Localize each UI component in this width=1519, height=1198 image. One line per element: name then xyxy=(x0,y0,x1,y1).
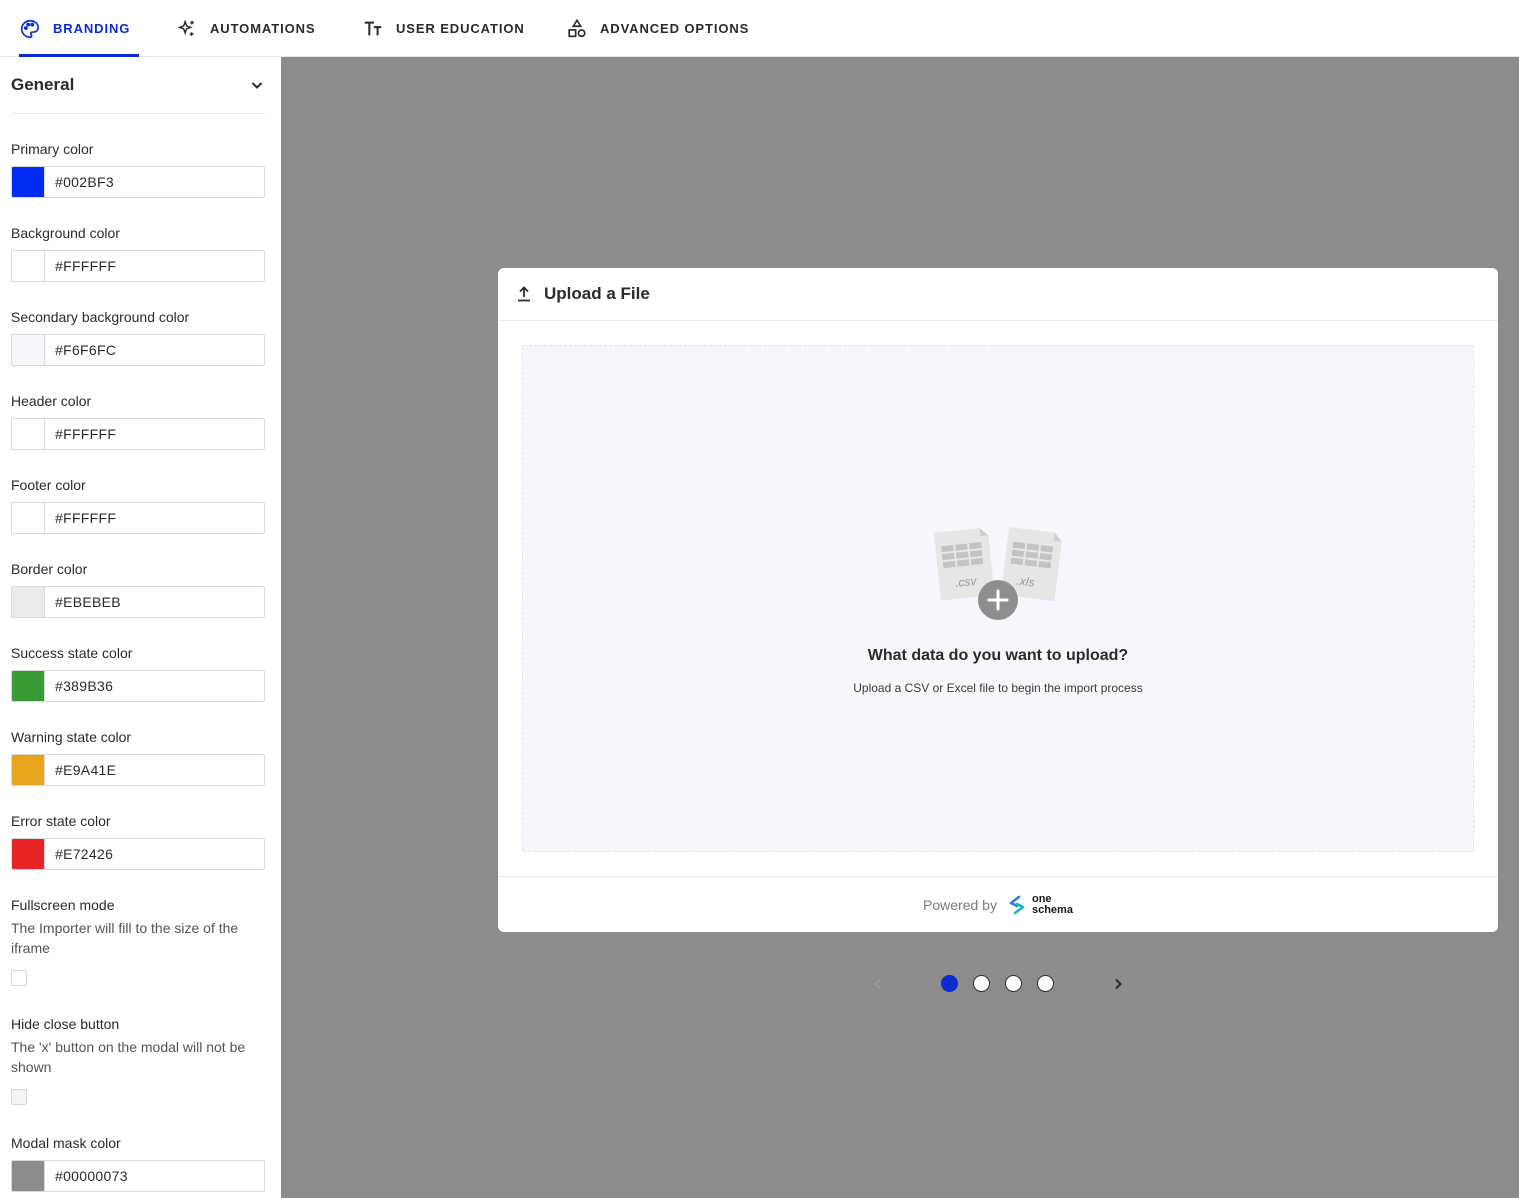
pager-dot-4[interactable] xyxy=(1037,975,1054,992)
preview-pager xyxy=(869,974,1129,994)
file-dropzone[interactable]: .csv .xls What data do you want to uploa… xyxy=(522,345,1474,852)
chevron-down-icon[interactable] xyxy=(249,77,265,93)
field-label: Warning state color xyxy=(11,729,132,745)
tab-branding[interactable]: BRANDING xyxy=(19,0,140,57)
secondary-background-color-field: Secondary background color xyxy=(11,308,265,366)
color-swatch[interactable] xyxy=(12,1161,45,1191)
footer-color-field: Footer color xyxy=(11,476,265,534)
footer-color-input[interactable] xyxy=(45,503,264,533)
shapes-icon xyxy=(568,18,586,37)
modal-footer: Powered by one schema xyxy=(498,876,1498,932)
tab-label: USER EDUCATION xyxy=(396,21,525,36)
tab-label: BRANDING xyxy=(53,21,131,36)
hide-close-button-checkbox[interactable] xyxy=(11,1089,27,1105)
primary-color-field: Primary color xyxy=(11,140,265,198)
fullscreen-mode-checkbox[interactable] xyxy=(11,970,27,986)
section-header-general[interactable]: General xyxy=(11,57,265,114)
field-label: Secondary background color xyxy=(11,309,190,325)
background-color-field: Background color xyxy=(11,224,265,282)
oneschema-logo: one schema xyxy=(1007,893,1073,916)
csv-label: .csv xyxy=(954,574,978,590)
color-swatch[interactable] xyxy=(12,503,45,533)
palette-icon xyxy=(21,19,40,38)
brand-wordmark: one schema xyxy=(1031,893,1073,916)
color-swatch[interactable] xyxy=(12,671,45,701)
color-input xyxy=(11,838,265,870)
modal-title: Upload a File xyxy=(544,284,650,303)
header-color-input[interactable] xyxy=(45,419,264,449)
primary-color-input[interactable] xyxy=(45,167,264,197)
color-input xyxy=(11,418,265,450)
tab-label: ADVANCED OPTIONS xyxy=(600,21,750,36)
modal-mask-color-field: Modal mask color xyxy=(11,1134,265,1192)
color-input xyxy=(11,586,265,618)
powered-by-text: Powered by xyxy=(923,896,997,913)
color-swatch[interactable] xyxy=(12,167,45,197)
upload-icon xyxy=(518,286,530,302)
field-label: Border color xyxy=(11,561,88,577)
pager-dot-2[interactable] xyxy=(973,975,990,992)
tab-automations[interactable]: AUTOMATIONS xyxy=(176,0,315,57)
upload-modal: Upload a File .csv .xls What data do you… xyxy=(498,268,1498,932)
field-description: The Importer will fill to the size of th… xyxy=(11,920,239,956)
text-size-icon xyxy=(364,21,382,35)
sparkles-icon xyxy=(177,18,194,36)
color-swatch[interactable] xyxy=(12,587,45,617)
oneschema-logo-icon xyxy=(1009,895,1025,914)
tab-label: AUTOMATIONS xyxy=(210,21,316,36)
pager-dot-1[interactable] xyxy=(941,975,958,992)
color-swatch[interactable] xyxy=(12,335,45,365)
warning-state-color-field: Warning state color xyxy=(11,728,265,786)
preview-area: Upload a File .csv .xls What data do you… xyxy=(281,57,1519,1198)
border-color-field: Border color xyxy=(11,560,265,618)
field-label: Background color xyxy=(11,225,120,241)
csv-xls-files-icon: .csv .xls xyxy=(933,527,1062,620)
color-swatch[interactable] xyxy=(12,251,45,281)
field-label: Fullscreen mode xyxy=(11,897,115,913)
color-input xyxy=(11,670,265,702)
field-label: Success state color xyxy=(11,645,133,661)
field-label: Modal mask color xyxy=(11,1135,121,1151)
secondary-background-color-input[interactable] xyxy=(45,335,264,365)
color-swatch[interactable] xyxy=(12,839,45,869)
brand-line-2: schema xyxy=(1031,903,1073,916)
xls-label: .xls xyxy=(1016,573,1036,589)
field-description: The 'x' button on the modal will not be … xyxy=(11,1039,246,1075)
hide-close-button-field: Hide close button The 'x' button on the … xyxy=(11,1015,265,1077)
warning-state-color-input[interactable] xyxy=(45,755,264,785)
field-label: Primary color xyxy=(11,141,94,157)
color-input xyxy=(11,1160,265,1192)
color-swatch[interactable] xyxy=(12,755,45,785)
color-swatch[interactable] xyxy=(12,419,45,449)
top-nav: BRANDING AUTOMATIONS USER EDUCATION ADVA… xyxy=(0,0,1519,57)
color-input xyxy=(11,502,265,534)
success-state-color-field: Success state color xyxy=(11,644,265,702)
field-label: Footer color xyxy=(11,477,86,493)
tab-advanced-options[interactable]: ADVANCED OPTIONS xyxy=(566,0,749,57)
field-label: Error state color xyxy=(11,813,111,829)
error-state-color-input[interactable] xyxy=(45,839,264,869)
success-state-color-input[interactable] xyxy=(45,671,264,701)
header-color-field: Header color xyxy=(11,392,265,450)
section-title: General xyxy=(11,75,75,94)
settings-sidebar: General Primary color Background color S… xyxy=(0,57,281,1198)
tab-user-education[interactable]: USER EDUCATION xyxy=(362,0,525,57)
chevron-right-icon[interactable] xyxy=(1110,976,1126,992)
color-input xyxy=(11,334,265,366)
error-state-color-field: Error state color xyxy=(11,812,265,870)
modal-header: Upload a File xyxy=(498,268,1498,321)
field-label: Header color xyxy=(11,393,92,409)
background-color-input[interactable] xyxy=(45,251,264,281)
dropzone-title: What data do you want to upload? xyxy=(867,647,1129,664)
border-color-input[interactable] xyxy=(45,587,264,617)
pager-dot-3[interactable] xyxy=(1005,975,1022,992)
chevron-left-icon[interactable] xyxy=(870,976,886,992)
color-input xyxy=(11,166,265,198)
color-input xyxy=(11,250,265,282)
fullscreen-mode-field: Fullscreen mode The Importer will fill t… xyxy=(11,896,265,958)
modal-mask-color-input[interactable] xyxy=(45,1161,264,1191)
dropzone-subtitle: Upload a CSV or Excel file to begin the … xyxy=(853,681,1143,695)
color-input xyxy=(11,754,265,786)
field-label: Hide close button xyxy=(11,1016,120,1032)
